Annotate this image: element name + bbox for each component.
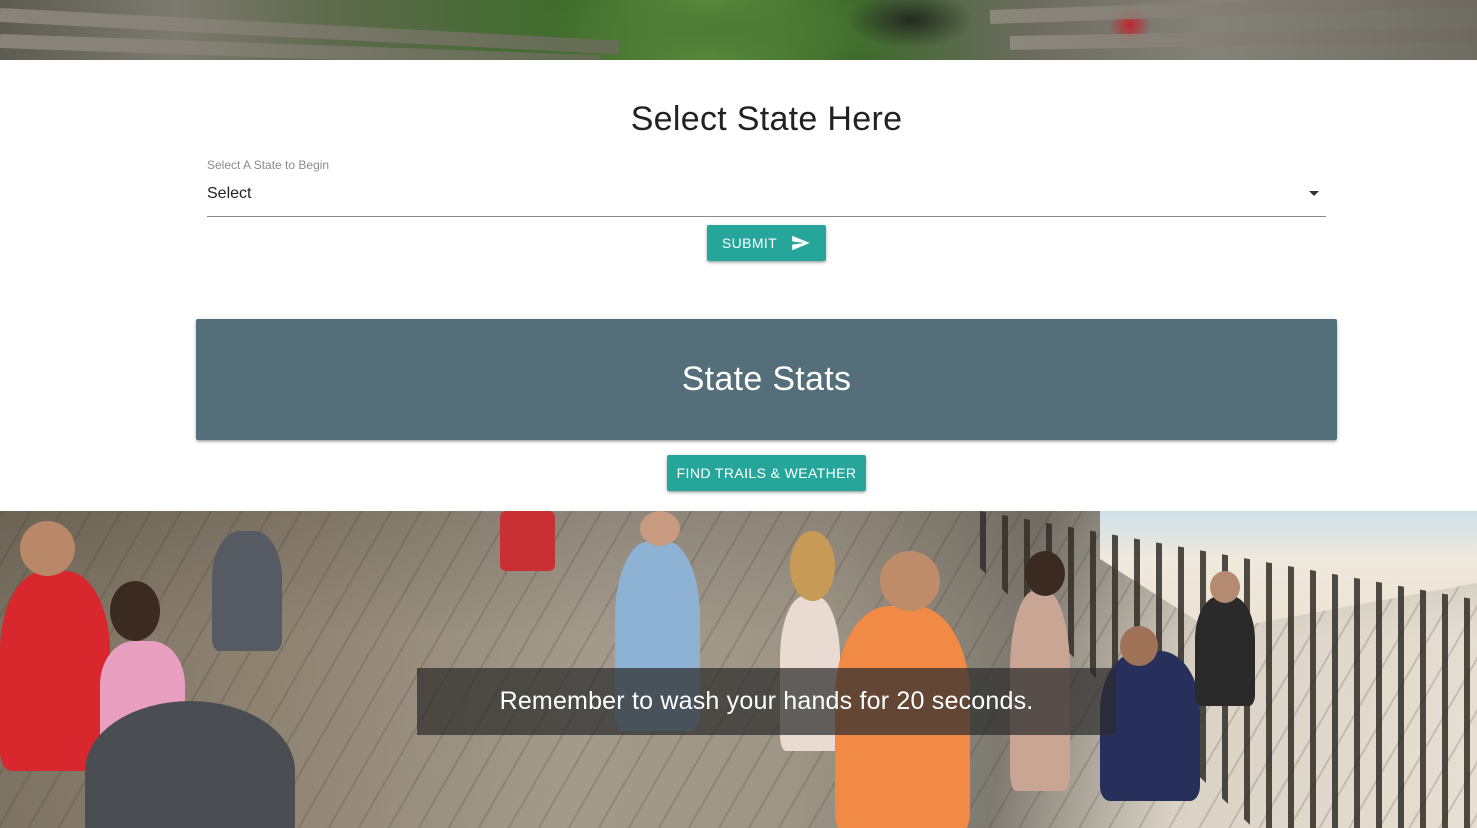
state-select-value[interactable]: Select [207,185,251,203]
send-icon [792,235,810,251]
find-trails-weather-label: FIND TRAILS & WEATHER [676,465,857,481]
find-trails-weather-button[interactable]: FIND TRAILS & WEATHER [667,455,866,491]
submit-button-label: SUBMIT [721,235,778,251]
state-select-label: Select A State to Begin [207,158,330,172]
state-select[interactable]: Select A State to Begin Select [207,158,1326,217]
dropdown-caret-icon[interactable] [1309,191,1319,196]
top-hero-image [0,0,1477,60]
hand-washing-message: Remember to wash your hands for 20 secon… [499,687,1034,715]
state-stats-title: State Stats [681,360,852,398]
hand-washing-banner: Remember to wash your hands for 20 secon… [417,668,1116,735]
submit-button[interactable]: SUBMIT [707,225,826,261]
page-title: Select State Here [630,100,903,138]
state-stats-card: State Stats [196,319,1337,440]
